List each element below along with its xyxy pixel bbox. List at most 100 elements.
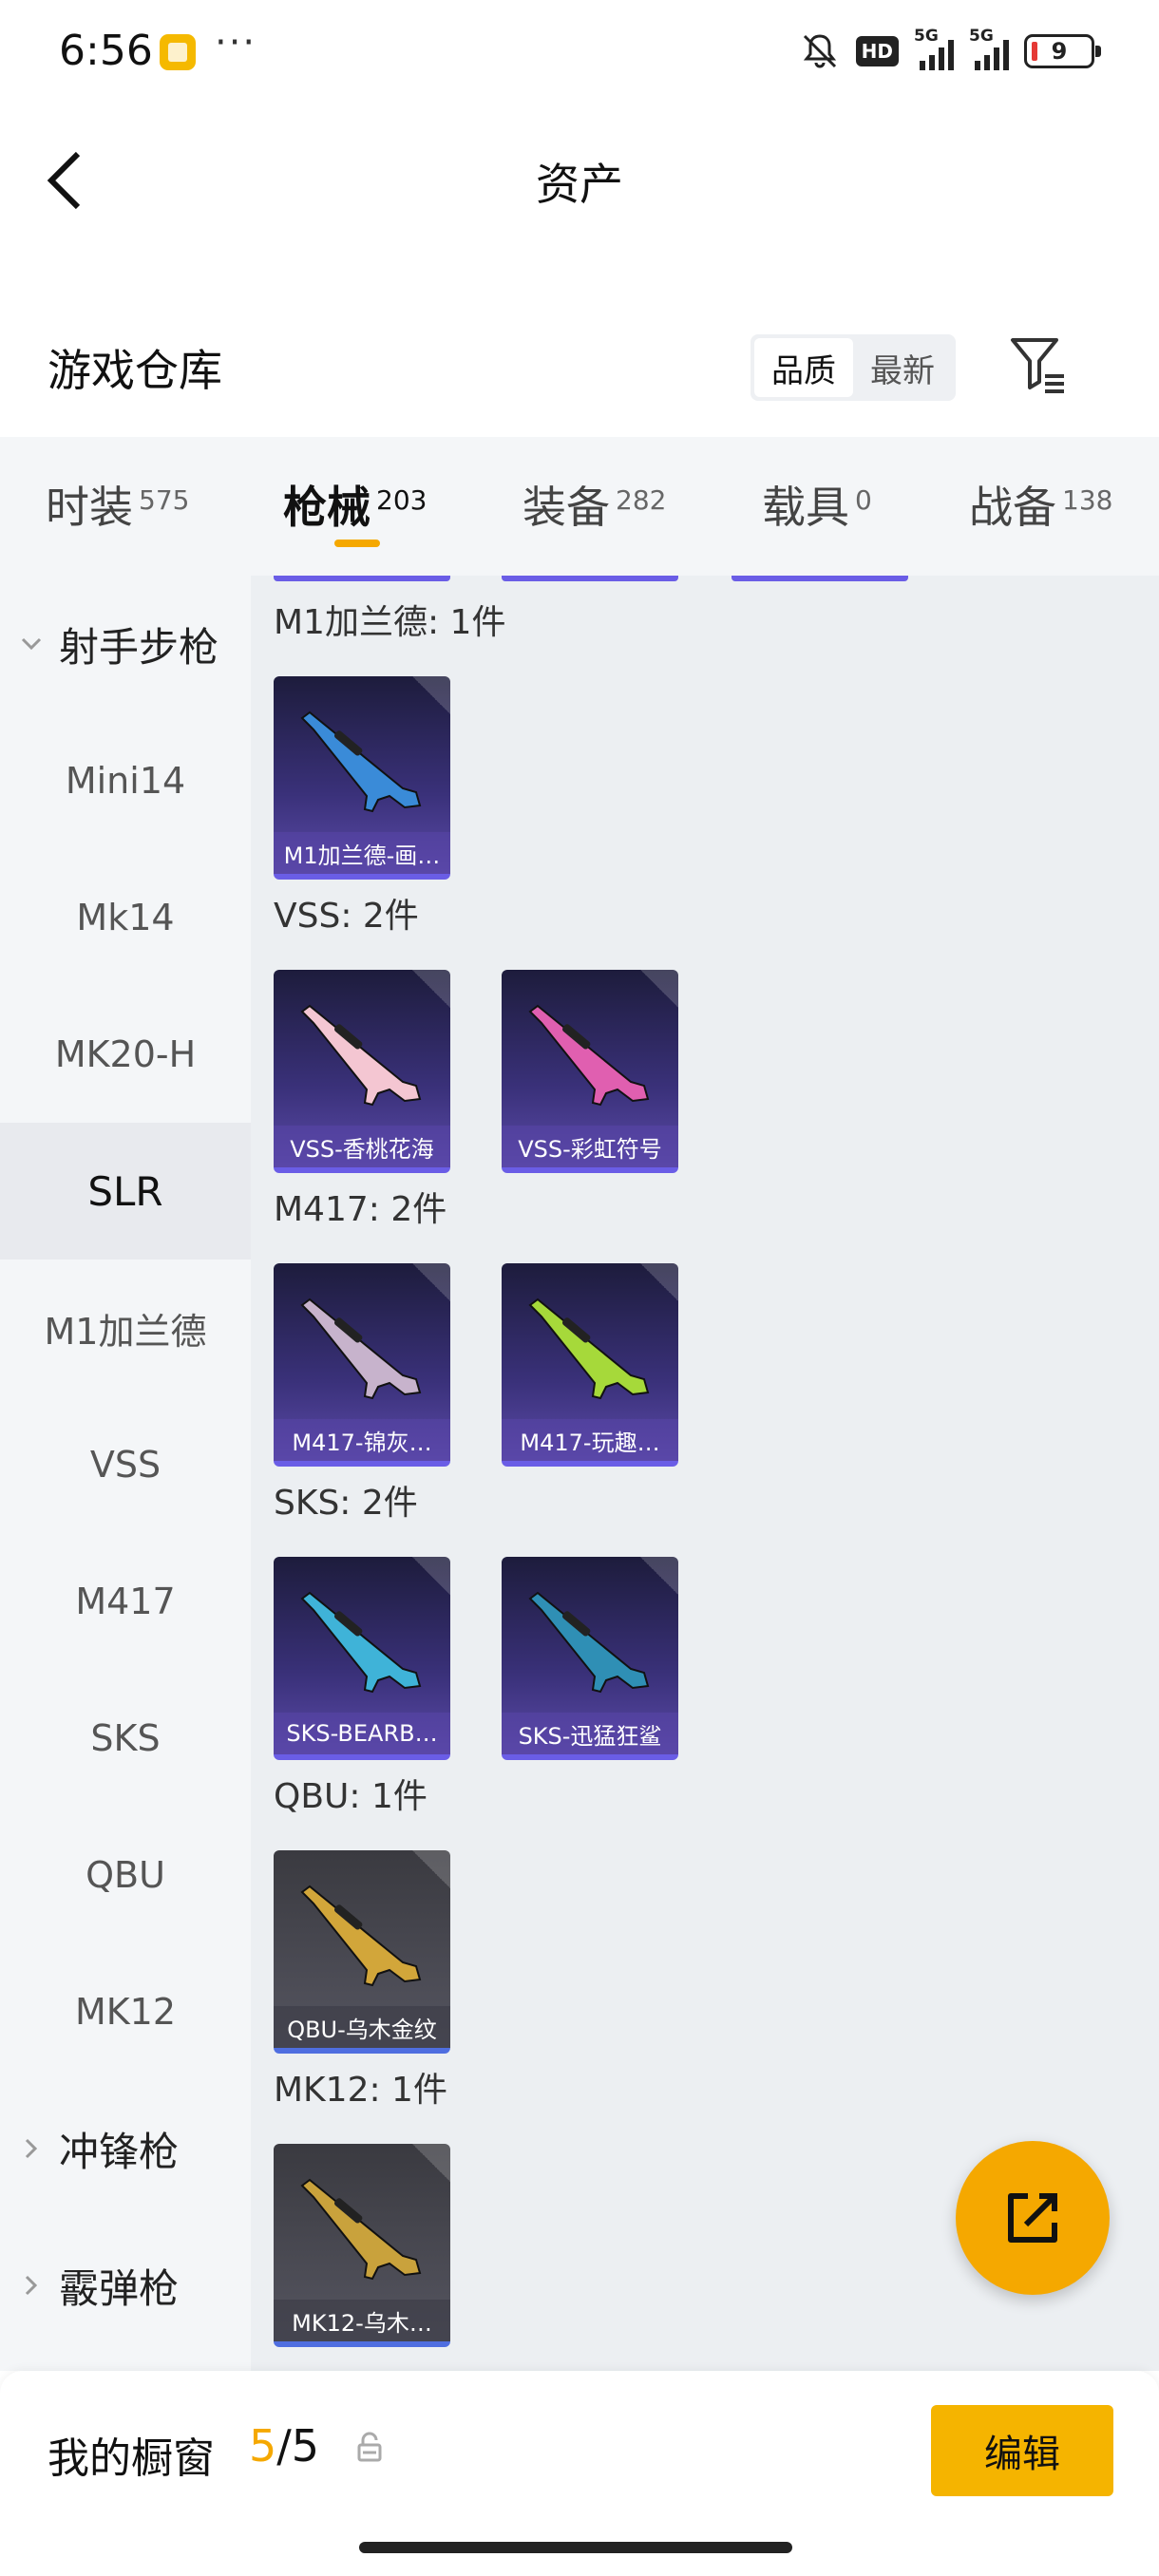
showcase-total: 5 — [291, 2420, 320, 2472]
hd-voice-icon: HD — [855, 36, 899, 66]
signal-type-label: 5G — [914, 27, 939, 46]
tab-label: 战备 — [969, 482, 1056, 533]
weapon-skin-card[interactable]: MK12-乌木… — [274, 2144, 450, 2347]
weapon-skin-name: SKS-迅猛狂鲨 — [502, 1713, 678, 1754]
rifle-icon — [300, 1004, 422, 1107]
tab-guns[interactable]: 枪械 203 — [283, 473, 427, 536]
sidebar-item-sks[interactable]: SKS — [0, 1670, 251, 1807]
top-app-bar: 资产 — [0, 104, 1159, 247]
weapon-skin-card[interactable]: VSS-香桃花海 — [274, 970, 450, 1173]
weapon-skin-card[interactable]: VSS-彩虹符号 — [502, 970, 678, 1173]
weapon-skin-card[interactable]: SKS-BEARB… — [274, 1557, 450, 1760]
weapon-skin-name: M417-锦灰… — [274, 1419, 450, 1461]
tab-count: 203 — [376, 484, 428, 516]
signal-type-label-2: 5G — [969, 27, 994, 46]
battery-icon: 9 — [1024, 34, 1101, 68]
sidebar-group-label: 射手步枪 — [59, 623, 219, 671]
sidebar-item-vss[interactable]: VSS — [0, 1396, 251, 1533]
sidebar-item-qbu[interactable]: QBU — [0, 1807, 251, 1943]
weapon-group-label: SKS: 2件 — [274, 1484, 418, 1523]
tab-fashion[interactable]: 时装 575 — [46, 473, 189, 536]
weapon-skin-name: M417-玩趣… — [502, 1419, 678, 1461]
tab-count: 575 — [139, 484, 190, 516]
chevron-down-icon — [21, 637, 42, 651]
weapon-category-sidebar: 射手步枪 Mini14 Mk14 MK20-H SLR M1加兰德 VSS M4… — [0, 576, 251, 2371]
weapon-skin-card[interactable]: M417-锦灰… — [274, 1263, 450, 1467]
weapon-skin-card[interactable]: QBU-乌木金纹 — [274, 1850, 450, 2054]
mute-icon — [803, 34, 836, 68]
sidebar-item-m1-garand[interactable]: M1加兰德 — [0, 1260, 251, 1396]
sidebar-group-shotgun[interactable]: 霰弹枪 — [19, 2217, 179, 2354]
rifle-icon — [528, 1004, 650, 1107]
category-tabs: 时装 575 枪械 203 装备 282 载具 0 战备 138 — [0, 437, 1159, 576]
sort-newest-option[interactable]: 最新 — [853, 338, 952, 397]
sidebar-item-slr[interactable]: SLR — [0, 1123, 251, 1260]
showcase-count: 5/5 — [249, 2420, 319, 2472]
sidebar-item-mk20h[interactable]: MK20-H — [0, 986, 251, 1123]
weapon-skin-name: QBU-乌木金纹 — [274, 2006, 450, 2048]
share-button[interactable] — [956, 2141, 1110, 2295]
filter-icon[interactable] — [1007, 332, 1070, 399]
tab-count: 0 — [855, 484, 872, 516]
page-title: 资产 — [536, 159, 623, 210]
tab-vehicles[interactable]: 载具 0 — [762, 473, 872, 536]
status-indicators: HD 5G 5G 9 — [799, 27, 1101, 72]
showcase-separator: / — [276, 2420, 292, 2472]
signal-icon: 5G — [914, 27, 954, 70]
weapon-list: M1加兰德: 1件 M1加兰德-画… VSS: 2件 VSS-香桃花海 VSS-彩虹符号… — [251, 576, 1159, 2371]
showcase-bar: 我的橱窗 5/5 编辑 — [0, 2371, 1159, 2576]
rifle-icon — [300, 1297, 422, 1400]
sidebar-group-marksman[interactable]: 射手步枪 — [19, 576, 218, 712]
weapon-skin-name: SKS-BEARB… — [274, 1713, 450, 1754]
sort-toggle: 品质 最新 — [750, 334, 956, 401]
tab-label: 时装 — [46, 482, 133, 533]
weapon-group-label: VSS: 2件 — [274, 897, 419, 936]
scrolled-card-edge — [274, 576, 450, 581]
tab-equipment[interactable]: 装备 282 — [522, 473, 666, 536]
rifle-icon — [300, 1591, 422, 1694]
tab-label: 枪械 — [283, 482, 370, 533]
weapon-group-label: MK12: 1件 — [274, 2071, 447, 2110]
warehouse-header: 游戏仓库 品质 最新 — [0, 323, 1159, 418]
weapon-group-label: M1加兰德: 1件 — [274, 603, 506, 642]
sidebar-item-m417[interactable]: M417 — [0, 1533, 251, 1670]
tab-gear[interactable]: 战备 138 — [969, 473, 1112, 536]
signal-icon-2: 5G — [969, 27, 1009, 70]
tab-label: 载具 — [762, 482, 849, 533]
chevron-right-icon — [25, 2138, 38, 2159]
chevron-right-icon — [25, 2275, 38, 2296]
sidebar-item-mk12[interactable]: MK12 — [0, 1943, 251, 2080]
status-bar: 6:56 ··· HD 5G 5G 9 — [0, 0, 1159, 104]
edit-button[interactable]: 编辑 — [931, 2405, 1113, 2496]
section-title: 游戏仓库 — [48, 345, 222, 396]
rifle-icon — [300, 1885, 422, 1987]
scrolled-card-edge — [502, 576, 678, 581]
sort-quality-option[interactable]: 品质 — [754, 338, 853, 397]
active-tab-indicator — [334, 540, 380, 547]
tab-label: 装备 — [522, 482, 610, 533]
sidebar-item-mini14[interactable]: Mini14 — [0, 712, 251, 849]
rifle-icon — [528, 1591, 650, 1694]
weapon-skin-name: M1加兰德-画… — [274, 832, 450, 874]
weapon-skin-card[interactable]: M417-玩趣… — [502, 1263, 678, 1467]
scrolled-card-edge — [732, 576, 908, 581]
rifle-icon — [528, 1297, 650, 1400]
weapon-group-label: QBU: 1件 — [274, 1777, 428, 1816]
share-icon — [1008, 2193, 1057, 2243]
weapon-skin-card[interactable]: SKS-迅猛狂鲨 — [502, 1557, 678, 1760]
tab-count: 138 — [1062, 484, 1113, 516]
showcase-label: 我的橱窗 — [48, 2434, 215, 2483]
sidebar-item-mk14[interactable]: Mk14 — [0, 849, 251, 986]
home-indicator[interactable] — [359, 2542, 792, 2553]
status-time: 6:56 — [59, 27, 153, 75]
sidebar-group-label: 霰弹枪 — [59, 2264, 180, 2312]
weapon-group-label: M417: 2件 — [274, 1190, 447, 1229]
more-notifications-icon: ··· — [215, 21, 257, 65]
notification-app-icon — [160, 34, 196, 70]
sidebar-group-label: 冲锋枪 — [59, 2128, 180, 2175]
weapon-skin-name: VSS-彩虹符号 — [502, 1126, 678, 1167]
weapon-skin-card[interactable]: M1加兰德-画… — [274, 676, 450, 880]
weapon-skin-name: VSS-香桃花海 — [274, 1126, 450, 1167]
sidebar-group-smg[interactable]: 冲锋枪 — [19, 2080, 179, 2217]
rifle-icon — [300, 2178, 422, 2281]
